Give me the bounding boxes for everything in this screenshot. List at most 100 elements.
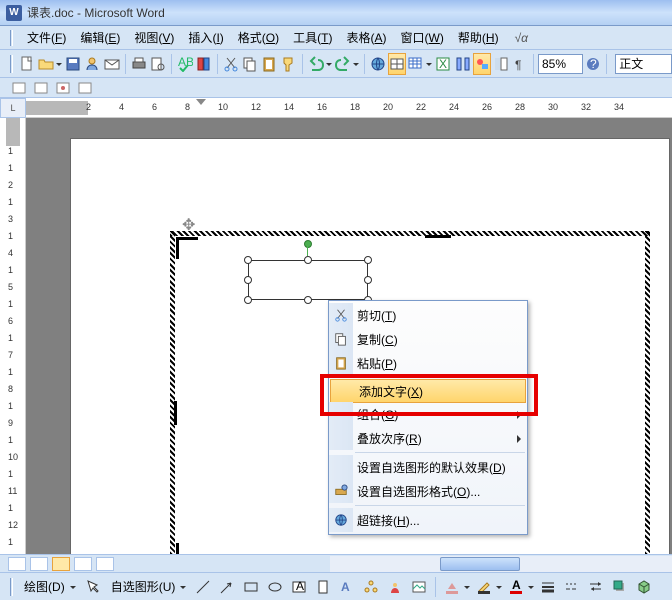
rectangle-button[interactable] — [240, 576, 262, 598]
equation-icon[interactable]: √α — [515, 31, 528, 45]
ctx-divider — [355, 505, 525, 506]
line-color-button[interactable] — [473, 576, 503, 598]
menu-file[interactable]: 文件(F) — [21, 27, 72, 48]
ctx-format-shape[interactable]: 设置自选图形格式(O)... — [329, 479, 527, 503]
toolbar-grip[interactable] — [10, 55, 13, 73]
web-view-button[interactable] — [30, 557, 48, 571]
redo-button[interactable] — [334, 53, 360, 75]
print-button[interactable] — [130, 53, 148, 75]
print-layout-view-button[interactable] — [52, 557, 70, 571]
menu-help[interactable]: 帮助(H) — [452, 27, 505, 48]
help-button[interactable]: ? — [584, 53, 602, 75]
clipart-button[interactable] — [384, 576, 406, 598]
permission-button[interactable] — [83, 53, 101, 75]
paste-button[interactable] — [260, 53, 278, 75]
style-combo[interactable]: 正文 — [615, 54, 672, 74]
ctx-add-text[interactable]: 添加文字(X) — [330, 379, 526, 403]
excel-button[interactable]: X — [434, 53, 452, 75]
textbox-button[interactable]: A — [288, 576, 310, 598]
arrow-button[interactable] — [216, 576, 238, 598]
rotate-handle[interactable] — [304, 240, 312, 248]
horizontal-scrollbar[interactable] — [330, 556, 672, 572]
ctx-cut[interactable]: 剪切(T) — [329, 303, 527, 327]
mini-btn-3[interactable] — [54, 80, 72, 96]
resize-handle[interactable] — [304, 256, 312, 264]
vertical-textbox-button[interactable] — [312, 576, 334, 598]
columns-button[interactable] — [453, 53, 471, 75]
separator — [171, 54, 172, 74]
menu-insert[interactable]: 插入(I) — [182, 27, 229, 48]
svg-text:¶: ¶ — [515, 58, 521, 72]
horizontal-ruler[interactable]: 246810121416182022242628303234 — [26, 98, 672, 118]
menu-view[interactable]: 视图(V) — [128, 27, 180, 48]
menu-format[interactable]: 格式(O) — [232, 27, 285, 48]
menu-tools[interactable]: 工具(T) — [287, 27, 338, 48]
ctx-paste[interactable]: 粘贴(P) — [329, 351, 527, 375]
draw-menu[interactable]: 绘图(D) — [19, 577, 80, 597]
mini-btn-1[interactable] — [10, 80, 28, 96]
fill-color-button[interactable] — [441, 576, 471, 598]
3d-button[interactable] — [633, 576, 655, 598]
select-objects-button[interactable] — [82, 576, 104, 598]
cut-button[interactable] — [222, 53, 240, 75]
vertical-ruler[interactable]: 112131415161718191101111121131 — [0, 118, 26, 568]
ctx-hyperlink[interactable]: 超链接(H)... — [329, 508, 527, 532]
svg-text:A: A — [512, 579, 521, 592]
spelling-button[interactable]: ABC — [176, 53, 194, 75]
autoshapes-menu[interactable]: 自选图形(U) — [106, 577, 191, 597]
drawing-toolbar: 绘图(D) 自选图形(U) A A A — [0, 572, 672, 600]
print-preview-button[interactable] — [149, 53, 167, 75]
mini-btn-2[interactable] — [32, 80, 50, 96]
menu-edit[interactable]: 编辑(E) — [74, 27, 126, 48]
save-button[interactable] — [64, 53, 82, 75]
ctx-order[interactable]: 叠放次序(R) — [329, 426, 527, 450]
ctx-group[interactable]: 组合(G) — [329, 402, 527, 426]
font-color-button[interactable]: A — [505, 576, 535, 598]
context-menu: 剪切(T) 复制(C) 粘贴(P) 添加文字(X) 组合(G) 叠放次序(R) … — [328, 300, 528, 535]
open-button[interactable] — [37, 53, 63, 75]
wordart-button[interactable]: A — [336, 576, 358, 598]
reading-view-button[interactable] — [96, 557, 114, 571]
resize-handle[interactable] — [364, 276, 372, 284]
resize-handle[interactable] — [364, 256, 372, 264]
email-button[interactable] — [103, 53, 121, 75]
menu-table[interactable]: 表格(A) — [341, 27, 393, 48]
mini-btn-4[interactable] — [76, 80, 94, 96]
research-button[interactable] — [195, 53, 213, 75]
dash-style-button[interactable] — [561, 576, 583, 598]
show-marks-button[interactable]: ¶ — [511, 53, 529, 75]
diagram-button[interactable] — [360, 576, 382, 598]
line-button[interactable] — [192, 576, 214, 598]
doc-map-button[interactable] — [492, 53, 510, 75]
oval-button[interactable] — [264, 576, 286, 598]
selected-shape[interactable] — [248, 260, 368, 300]
resize-handle[interactable] — [304, 296, 312, 304]
drawing-button[interactable] — [473, 53, 491, 75]
tables-borders-button[interactable] — [388, 53, 406, 75]
picture-button[interactable] — [408, 576, 430, 598]
hyperlink-button[interactable] — [369, 53, 387, 75]
menu-window[interactable]: 窗口(W) — [395, 27, 450, 48]
new-button[interactable] — [18, 53, 36, 75]
zoom-combo[interactable]: 85% — [538, 54, 583, 74]
arrow-style-button[interactable] — [585, 576, 607, 598]
drawbar-grip[interactable] — [10, 578, 13, 596]
outline-view-button[interactable] — [74, 557, 92, 571]
format-painter-button[interactable] — [280, 53, 298, 75]
copy-button[interactable] — [241, 53, 259, 75]
ruler-corner[interactable]: L — [0, 98, 26, 118]
resize-handle[interactable] — [244, 276, 252, 284]
shadow-button[interactable] — [609, 576, 631, 598]
normal-view-button[interactable] — [8, 557, 26, 571]
line-style-button[interactable] — [537, 576, 559, 598]
svg-text:?: ? — [590, 57, 597, 71]
undo-button[interactable] — [307, 53, 333, 75]
ctx-copy[interactable]: 复制(C) — [329, 327, 527, 351]
ctx-set-default[interactable]: 设置自选图形的默认效果(D) — [329, 455, 527, 479]
menubar-grip[interactable] — [10, 30, 13, 46]
resize-handle[interactable] — [244, 296, 252, 304]
resize-handle[interactable] — [244, 256, 252, 264]
scrollbar-thumb[interactable] — [440, 557, 520, 571]
insert-table-button[interactable] — [407, 53, 433, 75]
separator — [125, 54, 126, 74]
